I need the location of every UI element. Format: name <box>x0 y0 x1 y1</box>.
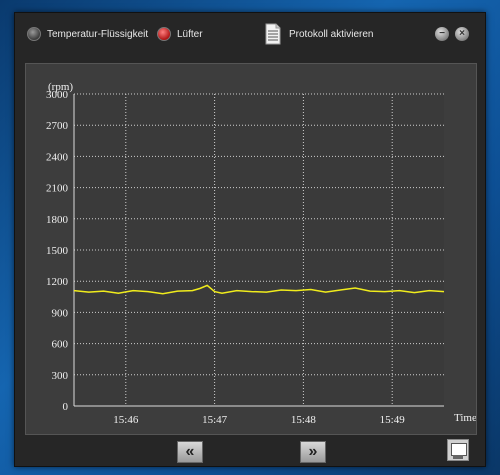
radio-fan[interactable]: Lüfter <box>157 27 203 41</box>
x-tick-label: 15:47 <box>202 414 228 426</box>
radio-selected-icon[interactable] <box>157 27 171 41</box>
toolbar: Temperatur-Flüssigkeit Lüfter Protokoll … <box>15 13 485 55</box>
y-tick-label: 2700 <box>46 120 69 132</box>
y-tick-label: 0 <box>63 401 69 413</box>
y-tick-label: 300 <box>52 370 69 382</box>
plot-area <box>74 94 444 406</box>
y-tick-label: 2400 <box>46 151 69 163</box>
y-tick-label: 1800 <box>46 214 69 226</box>
y-tick-label: 2100 <box>46 183 69 195</box>
radio-fan-label: Lüfter <box>177 28 203 40</box>
y-tick-label: 600 <box>52 339 69 351</box>
protocol-label: Protokoll aktivieren <box>289 28 374 40</box>
radio-temperature-label: Temperatur-Flüssigkeit <box>47 28 149 40</box>
chart-panel: 0 300 600 900 1200 1500 1800 2100 2400 2700 3000 15… <box>25 63 477 435</box>
fan-monitor-window: Temperatur-Flüssigkeit Lüfter Protokoll … <box>14 12 486 467</box>
close-button[interactable]: × <box>455 27 469 41</box>
radio-unselected-icon[interactable] <box>27 27 41 41</box>
minimize-button[interactable]: − <box>435 27 449 41</box>
rpm-chart: 0300600900120015001800210024002700300015… <box>46 81 476 426</box>
x-tick-label: 15:49 <box>380 414 406 426</box>
document-icon[interactable] <box>265 23 281 45</box>
save-button[interactable] <box>447 439 469 461</box>
x-tick-label: 15:48 <box>291 414 317 426</box>
y-tick-label: 900 <box>52 307 69 319</box>
protocol-toggle[interactable]: Protokoll aktivieren <box>265 23 373 45</box>
y-tick-label: 1500 <box>46 245 69 257</box>
x-tick-label: 15:46 <box>113 414 139 426</box>
y-tick-label: 1200 <box>46 276 69 288</box>
next-button[interactable]: » <box>300 441 326 463</box>
y-axis-label: (rpm) <box>48 81 73 93</box>
previous-button[interactable]: « <box>177 441 203 463</box>
x-axis-label: Time <box>454 412 476 424</box>
radio-temperature[interactable]: Temperatur-Flüssigkeit <box>27 27 148 41</box>
